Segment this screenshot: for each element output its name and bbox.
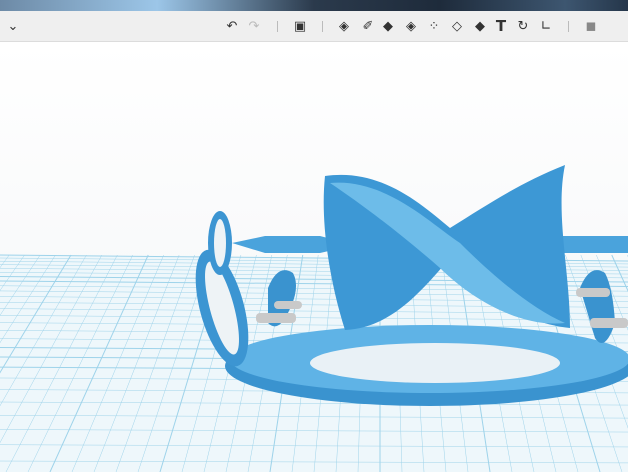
text-icon[interactable]: T xyxy=(492,17,510,35)
combine-icon[interactable]: ◇ xyxy=(448,17,466,35)
measure-icon[interactable]: ◆ xyxy=(471,17,489,35)
snap-icon[interactable]: ↻ xyxy=(514,17,532,35)
separator xyxy=(277,21,278,32)
window-title-strip xyxy=(0,0,628,11)
pattern-icon[interactable]: ◈ xyxy=(402,17,420,35)
material-icon[interactable]: ∟ xyxy=(537,17,555,35)
separator xyxy=(322,21,323,32)
redo-icon[interactable]: ↷ xyxy=(245,17,263,35)
separator xyxy=(568,21,569,32)
chevron-down-icon[interactable]: ⌄ xyxy=(4,17,22,35)
mesh-icon[interactable]: ◼ xyxy=(582,17,600,35)
primitives-icon[interactable]: ▣ xyxy=(291,17,309,35)
sketch-icon[interactable]: ◈ xyxy=(335,17,353,35)
modify-icon[interactable]: ◆ xyxy=(379,17,397,35)
undo-icon[interactable]: ↶ xyxy=(223,17,241,35)
toolbar: ⌄ ↶ ↷ ▣ ◈ ✐ ◆ ◈ ⁘ ◇ ◆ T ↻ ∟ ◼ xyxy=(0,11,628,42)
construct-icon[interactable]: ✐ xyxy=(359,17,377,35)
grouping-icon[interactable]: ⁘ xyxy=(425,17,443,35)
3d-viewport[interactable] xyxy=(0,43,628,473)
